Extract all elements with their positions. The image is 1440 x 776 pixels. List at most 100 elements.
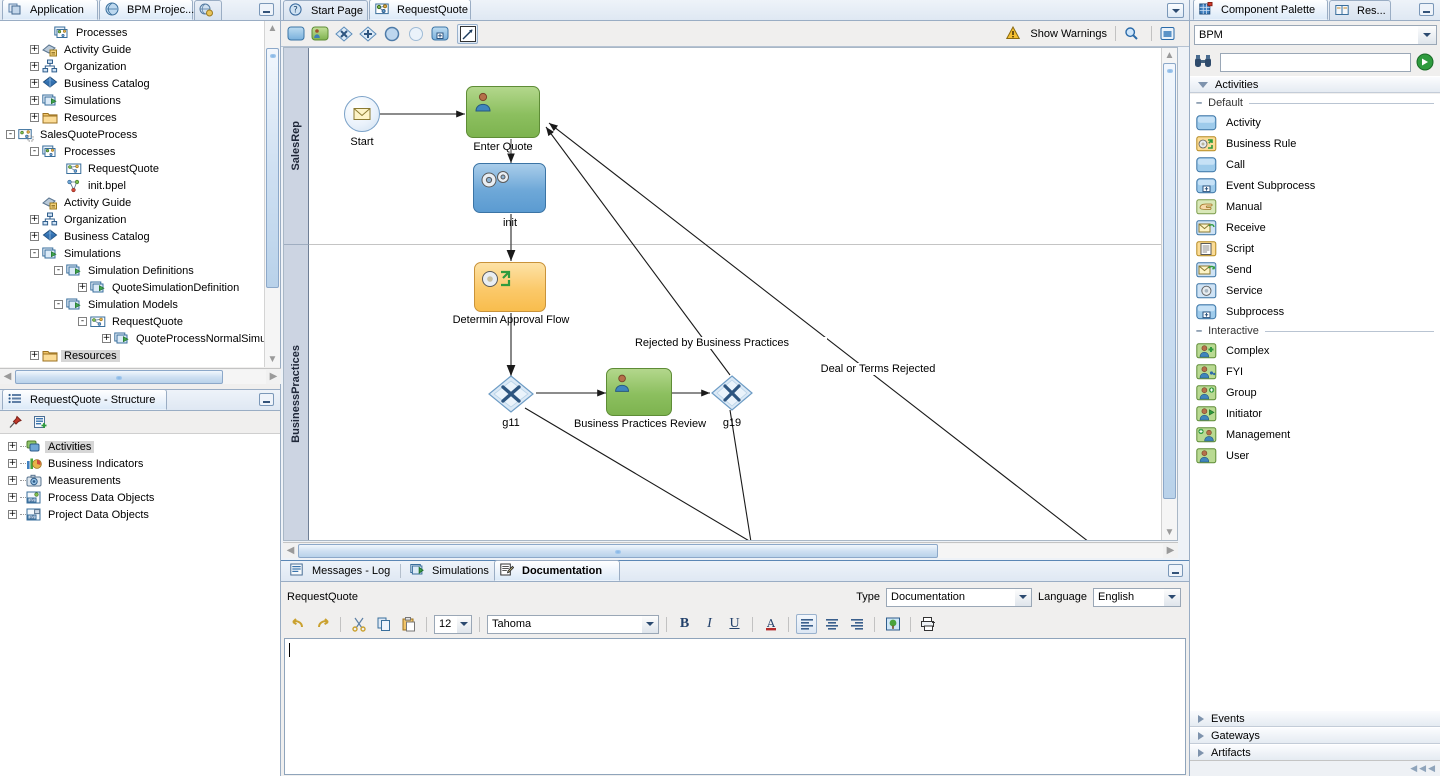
align-left-button[interactable] bbox=[796, 614, 817, 634]
palette-items-list[interactable]: – Default Activity Business Rule Call Event S… bbox=[1190, 94, 1440, 710]
scroll-down-arrow[interactable]: ▼ bbox=[265, 352, 280, 367]
pin-icon[interactable] bbox=[8, 415, 24, 431]
tree-expander[interactable]: + bbox=[30, 232, 39, 241]
copy-button[interactable] bbox=[373, 614, 394, 634]
canvas-scroll-up-arrow[interactable]: ▲ bbox=[1162, 48, 1177, 63]
font-family-select[interactable]: Tahoma bbox=[487, 614, 659, 634]
type-select[interactable]: Documentation bbox=[886, 587, 1033, 607]
project-tree[interactable]: Processes + Activity Guide + Organization + Bu… bbox=[0, 21, 280, 367]
palette-item-activity[interactable]: Activity bbox=[1190, 112, 1440, 133]
palette-nav-prev-3[interactable]: ◀ bbox=[1428, 763, 1435, 774]
tab-globe-gear[interactable] bbox=[194, 0, 222, 20]
project-tree-vscrollbar[interactable]: ▲ ▼ bbox=[264, 21, 280, 367]
tree-node[interactable]: - RequestQuote bbox=[0, 313, 264, 330]
canvas-vscrollbar[interactable]: ▲ ▼ bbox=[1161, 48, 1177, 540]
project-tree-hscrollbar[interactable]: ◀ ▶ bbox=[0, 368, 281, 384]
structure-node[interactable]: + a9 Project Data Objects bbox=[8, 506, 280, 523]
canvas-vscroll-thumb[interactable] bbox=[1163, 63, 1176, 499]
tree-expander[interactable]: + bbox=[30, 215, 39, 224]
tree-node[interactable]: Processes bbox=[0, 24, 264, 41]
tree-node[interactable]: + QuoteSimulationDefinition bbox=[0, 279, 264, 296]
show-warnings-label[interactable]: Show Warnings bbox=[1030, 28, 1107, 40]
canvas-hscroll-right[interactable]: ▶ bbox=[1163, 543, 1178, 558]
tab-messages-log[interactable]: Messages - Log bbox=[285, 561, 395, 581]
view-window-icon[interactable] bbox=[1160, 26, 1176, 42]
tree-node[interactable]: + Simulations bbox=[0, 92, 264, 109]
palette-item-subprocess[interactable]: Subprocess bbox=[1190, 301, 1440, 322]
palette-item-fyi[interactable]: FYI bbox=[1190, 361, 1440, 382]
tree-node[interactable]: + Resources bbox=[0, 109, 264, 126]
tree-expander[interactable]: + bbox=[30, 45, 39, 54]
tree-node[interactable]: + Resources bbox=[0, 347, 264, 364]
palette-nav-prev-2[interactable]: ◀ bbox=[1419, 763, 1426, 774]
palette-item-complex[interactable]: Complex bbox=[1190, 340, 1440, 361]
business-practices-review-task[interactable] bbox=[606, 368, 672, 416]
align-right-button[interactable] bbox=[846, 614, 867, 634]
palette-search-input[interactable] bbox=[1220, 52, 1411, 72]
bold-button[interactable]: B bbox=[674, 614, 695, 634]
palette-item-group[interactable]: Group bbox=[1190, 382, 1440, 403]
palette-item-receive[interactable]: Receive bbox=[1190, 217, 1440, 238]
tree-expander[interactable]: + bbox=[102, 334, 111, 343]
structure-tree[interactable]: + Activities + Business Indicators + Measurem… bbox=[0, 434, 280, 776]
activity-tool[interactable] bbox=[285, 24, 306, 44]
tree-node[interactable]: - Simulation Models bbox=[0, 296, 264, 313]
vscroll-thumb[interactable] bbox=[266, 48, 279, 288]
palette-item-user[interactable]: User bbox=[1190, 445, 1440, 466]
tree-expander[interactable]: - bbox=[54, 300, 63, 309]
font-color-button[interactable]: A bbox=[760, 614, 781, 634]
palette-group-events[interactable]: Events bbox=[1190, 710, 1440, 727]
font-size-select[interactable]: 12 bbox=[434, 614, 472, 634]
palette-collapsed-groups[interactable]: Events Gateways Artifacts bbox=[1190, 710, 1440, 761]
palette-item-call[interactable]: Call bbox=[1190, 154, 1440, 175]
g11-gateway[interactable] bbox=[487, 374, 535, 414]
structure-node[interactable]: + Measurements bbox=[8, 472, 280, 489]
undo-button[interactable] bbox=[287, 614, 308, 634]
underline-button[interactable]: U bbox=[724, 614, 745, 634]
tab-component-palette[interactable]: Component Palette bbox=[1193, 0, 1328, 20]
tab-documentation[interactable]: Documentation bbox=[494, 560, 620, 581]
language-select[interactable]: English bbox=[1093, 587, 1181, 607]
scroll-up-arrow[interactable]: ▲ bbox=[265, 21, 280, 36]
structure-node[interactable]: + a9 Process Data Objects bbox=[8, 489, 280, 506]
palette-group-gateways[interactable]: Gateways bbox=[1190, 727, 1440, 744]
tree-expander[interactable]: + bbox=[30, 79, 39, 88]
align-center-button[interactable] bbox=[821, 614, 842, 634]
tree-expander[interactable]: - bbox=[6, 130, 15, 139]
user-task-tool[interactable] bbox=[309, 24, 330, 44]
new-structure-icon[interactable] bbox=[33, 415, 49, 431]
structure-expander[interactable]: + bbox=[8, 493, 17, 502]
palette-hscrollbar[interactable]: ◀ ◀ ◀ bbox=[1190, 760, 1440, 776]
tree-node[interactable]: init.bpel bbox=[0, 177, 264, 194]
exclusive-gateway-tool[interactable] bbox=[333, 24, 354, 44]
process-diagram-canvas[interactable]: SalesRep BusinessPractices Start Enter Q… bbox=[283, 47, 1178, 541]
tree-node[interactable]: - Processes bbox=[0, 143, 264, 160]
tree-expander[interactable]: + bbox=[30, 113, 39, 122]
documentation-editor[interactable] bbox=[284, 638, 1186, 775]
palette-item-initiator[interactable]: Initiator bbox=[1190, 403, 1440, 424]
subprocess-tool[interactable] bbox=[429, 24, 450, 44]
redo-button[interactable] bbox=[312, 614, 333, 634]
paste-button[interactable] bbox=[398, 614, 419, 634]
palette-type-select[interactable]: BPM bbox=[1194, 25, 1437, 45]
tab-structure[interactable]: RequestQuote - Structure bbox=[2, 389, 167, 410]
palette-item-manual[interactable]: Manual bbox=[1190, 196, 1440, 217]
bottom-minimize-button[interactable] bbox=[1168, 564, 1183, 577]
event-tool[interactable] bbox=[381, 24, 402, 44]
italic-button[interactable]: I bbox=[699, 614, 720, 634]
palette-item-event-subprocess[interactable]: Event Subprocess bbox=[1190, 175, 1440, 196]
canvas-hscroll-left[interactable]: ◀ bbox=[283, 543, 298, 558]
tab-start-page[interactable]: ? Start Page bbox=[283, 0, 368, 20]
tree-expander[interactable]: - bbox=[30, 249, 39, 258]
tree-node[interactable]: RequestQuote bbox=[0, 160, 264, 177]
insert-image-button[interactable] bbox=[882, 614, 903, 634]
tree-node[interactable]: - Simulations bbox=[0, 245, 264, 262]
tree-node[interactable]: + Activity Guide bbox=[0, 41, 264, 58]
end-event-tool[interactable] bbox=[405, 24, 426, 44]
go-arrow-icon[interactable] bbox=[1416, 53, 1434, 71]
palette-item-business-rule[interactable]: Business Rule bbox=[1190, 133, 1440, 154]
cut-button[interactable] bbox=[348, 614, 369, 634]
canvas-hscroll-thumb[interactable] bbox=[298, 543, 938, 558]
structure-node[interactable]: + Activities bbox=[8, 438, 280, 455]
tree-node[interactable]: + QuoteProcessNormalSimulati bbox=[0, 330, 280, 347]
